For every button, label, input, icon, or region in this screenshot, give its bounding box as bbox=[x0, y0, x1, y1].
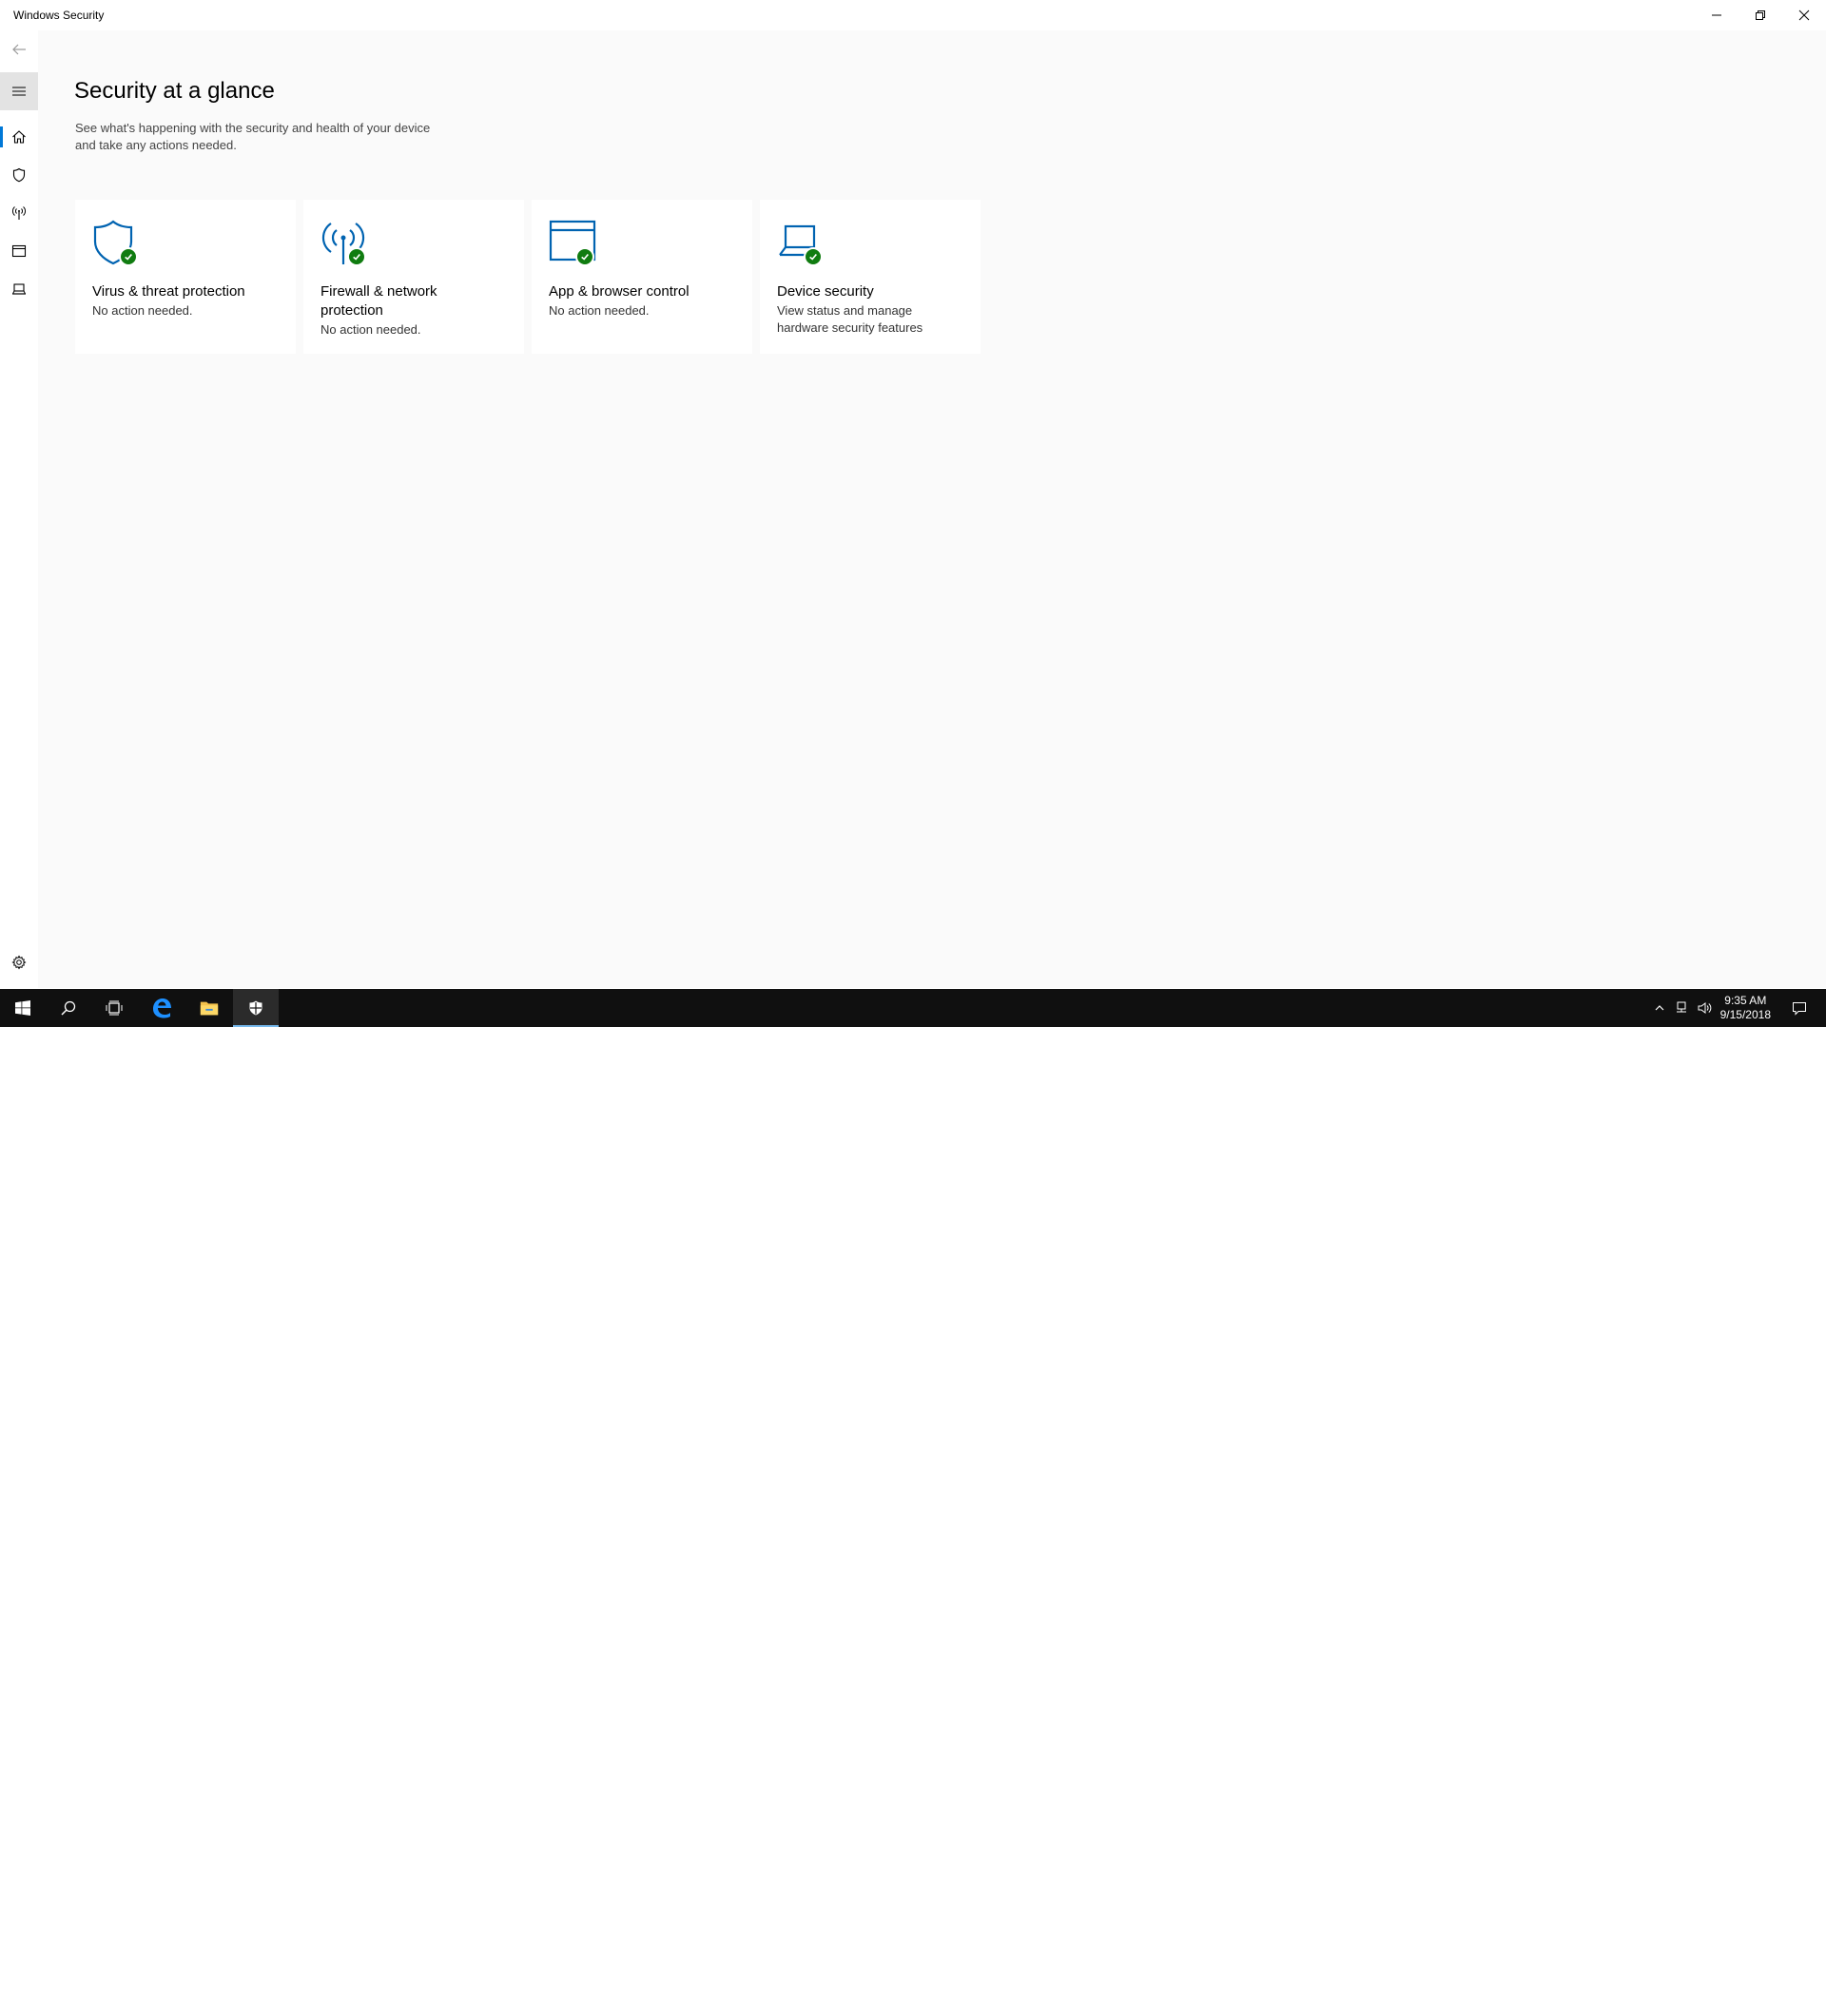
laptop-icon bbox=[12, 283, 26, 295]
watermark-text: The Collection Book bbox=[1643, 1987, 1796, 2006]
check-icon bbox=[119, 247, 138, 266]
network-tray-button[interactable] bbox=[1670, 989, 1693, 1027]
home-icon bbox=[12, 130, 26, 144]
task-view-button[interactable] bbox=[91, 989, 137, 1027]
card-title: App & browser control bbox=[549, 283, 690, 300]
card-title: Firewall & network protection bbox=[321, 282, 511, 320]
show-hidden-icons-button[interactable] bbox=[1649, 989, 1670, 1027]
card-icon bbox=[92, 219, 142, 268]
file-explorer-icon bbox=[200, 1001, 219, 1016]
network-icon bbox=[1677, 1001, 1686, 1013]
main-content: Security at a glance See what's happenin… bbox=[38, 30, 1826, 988]
card-title-line: Firewall & network bbox=[321, 283, 437, 300]
wireless-antenna-icon bbox=[12, 206, 26, 220]
title-bar: Windows Security bbox=[0, 0, 1826, 30]
notification-icon bbox=[1793, 1002, 1806, 1016]
back-icon bbox=[12, 44, 26, 55]
clock-time: 9:35 AM bbox=[1724, 994, 1767, 1007]
card-status-line: View status and manage bbox=[777, 303, 913, 318]
browser-window-icon bbox=[11, 244, 27, 258]
start-button[interactable] bbox=[0, 989, 46, 1027]
card-title: Device security bbox=[777, 283, 874, 300]
search-button[interactable] bbox=[46, 989, 91, 1027]
watermark: The Collection Book bbox=[1590, 1978, 1795, 2016]
check-icon bbox=[347, 247, 366, 266]
page-title: Security at a glance bbox=[74, 78, 275, 104]
card-status: No action needed. bbox=[321, 322, 421, 337]
selection-indicator bbox=[0, 126, 3, 147]
restore-icon bbox=[1756, 10, 1765, 20]
task-view-icon bbox=[106, 1000, 123, 1016]
edge-icon bbox=[153, 998, 171, 1018]
minimize-button[interactable] bbox=[1695, 0, 1739, 30]
nav-firewall-network[interactable] bbox=[0, 194, 38, 232]
card-status-line: hardware security features bbox=[777, 320, 923, 335]
edge-button[interactable] bbox=[139, 989, 185, 1027]
check-icon bbox=[575, 247, 594, 266]
back-button[interactable] bbox=[0, 30, 38, 68]
check-icon bbox=[804, 247, 823, 266]
nav-app-browser-control[interactable] bbox=[0, 232, 38, 270]
nav-home[interactable] bbox=[0, 118, 38, 156]
card-icon bbox=[777, 219, 826, 268]
device-security-card[interactable]: Device security View status and manage h… bbox=[760, 200, 981, 354]
close-icon bbox=[1798, 10, 1810, 21]
nav-device-security[interactable] bbox=[0, 270, 38, 308]
settings-button[interactable] bbox=[0, 943, 38, 981]
chevron-up-icon bbox=[1655, 1005, 1664, 1011]
page-subtitle: See what's happening with the security a… bbox=[75, 120, 475, 154]
card-title: Virus & threat protection bbox=[92, 283, 245, 300]
subtitle-line: See what's happening with the security a… bbox=[75, 121, 431, 135]
card-status: No action needed. bbox=[92, 303, 193, 318]
card-title-line: protection bbox=[321, 302, 383, 319]
taskbar: The Collection Book 9:35 AM 9/15/2018 bbox=[0, 989, 1826, 2012]
file-explorer-button[interactable] bbox=[186, 989, 232, 1027]
book-icon bbox=[1591, 1986, 1635, 2012]
card-status: No action needed. bbox=[549, 303, 650, 318]
nav-virus-threat-protection[interactable] bbox=[0, 156, 38, 194]
system-clock[interactable]: 9:35 AM 9/15/2018 bbox=[1720, 994, 1771, 1022]
restore-button[interactable] bbox=[1739, 0, 1782, 30]
action-center-button[interactable] bbox=[1780, 989, 1818, 1027]
windows-start-icon bbox=[15, 1000, 30, 1016]
gear-icon bbox=[11, 955, 27, 970]
window-title: Windows Security bbox=[13, 9, 105, 22]
windows-security-taskbar-button[interactable] bbox=[233, 989, 279, 1027]
shield-icon bbox=[12, 167, 26, 183]
clock-date: 9/15/2018 bbox=[1719, 1008, 1771, 1021]
card-icon bbox=[321, 219, 370, 268]
windows-security-icon bbox=[249, 1000, 262, 1016]
card-icon bbox=[549, 219, 598, 268]
hamburger-icon bbox=[12, 87, 26, 96]
minimize-icon bbox=[1712, 14, 1721, 16]
app-browser-card[interactable]: App & browser control No action needed. bbox=[532, 200, 752, 354]
hamburger-menu-button[interactable] bbox=[0, 72, 38, 110]
search-icon bbox=[61, 1000, 76, 1016]
virus-threat-card[interactable]: Virus & threat protection No action need… bbox=[75, 200, 296, 354]
speaker-icon bbox=[1698, 1002, 1712, 1014]
firewall-network-card[interactable]: Firewall & network protection No action … bbox=[303, 200, 524, 354]
subtitle-line: and take any actions needed. bbox=[75, 138, 237, 152]
card-status: View status and manage hardware security… bbox=[777, 302, 967, 337]
nav-rail bbox=[0, 30, 38, 988]
close-button[interactable] bbox=[1782, 0, 1826, 30]
volume-tray-button[interactable] bbox=[1693, 989, 1716, 1027]
